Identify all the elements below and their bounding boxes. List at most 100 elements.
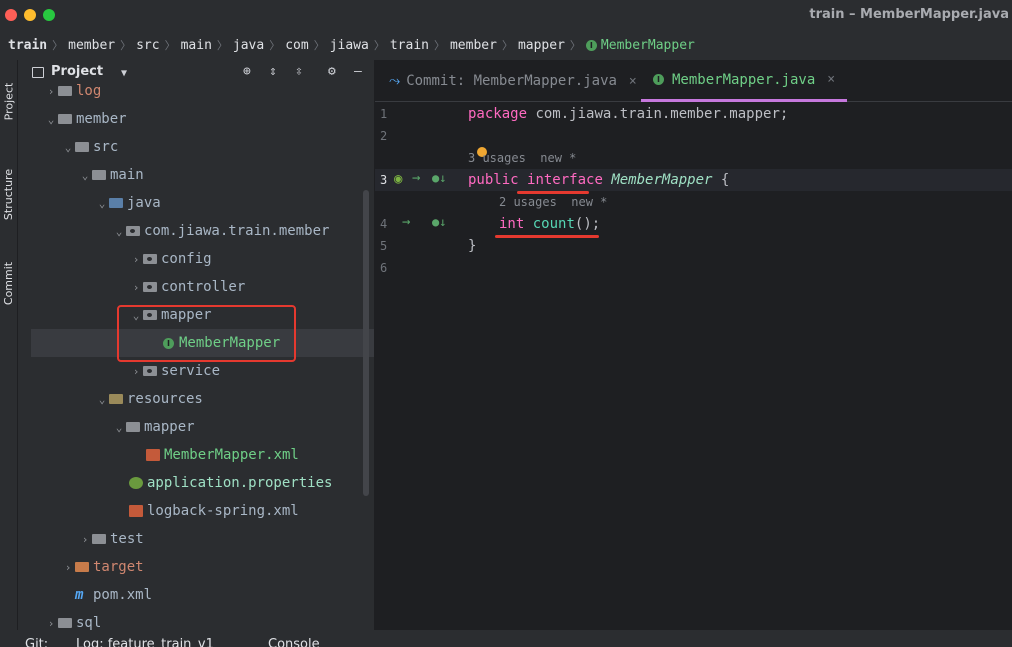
tree-item-java[interactable]: ⌄ java — [18, 189, 374, 217]
commit-tool-tab[interactable]: Commit — [0, 252, 17, 314]
tree-item-resources[interactable]: ⌄ resources — [18, 385, 374, 413]
tab-label: MemberMapper.java — [672, 71, 816, 88]
tab-membermapper-java[interactable]: I MemberMapper.java × — [641, 60, 848, 102]
tab-label: Commit: MemberMapper.java — [406, 73, 617, 89]
chevron-right-icon: 〉 — [269, 39, 281, 52]
structure-tool-tab[interactable]: Structure — [0, 152, 17, 237]
resources-folder-icon — [109, 394, 123, 404]
chevron-down-icon[interactable]: ⌄ — [78, 169, 92, 182]
minimize-window-button[interactable] — [24, 9, 36, 21]
navigate-arrow-icon[interactable]: → — [402, 214, 410, 230]
line-number: 2 — [380, 129, 388, 143]
breadcrumb-item[interactable]: train — [8, 38, 47, 53]
tree-item-target[interactable]: › target — [18, 553, 374, 581]
tree-item-application-properties[interactable]: application.properties — [18, 469, 374, 497]
tree-item-sql[interactable]: › sql — [18, 609, 374, 630]
usages-hint[interactable]: 2 usages new * — [499, 195, 607, 209]
chevron-down-icon[interactable]: ⌄ — [95, 197, 109, 210]
tree-item-logback-xml[interactable]: logback-spring.xml — [18, 497, 374, 525]
tree-item-label: mapper — [144, 419, 195, 435]
git-tool-tab[interactable]: Git: — [25, 637, 48, 647]
breadcrumb-item[interactable]: train — [390, 38, 429, 53]
chevron-right-icon: 〉 — [52, 39, 64, 52]
project-scrollbar[interactable] — [363, 190, 369, 496]
console-tool-tab[interactable]: Console — [268, 637, 320, 647]
code-line-5[interactable]: } — [468, 238, 476, 254]
tree-item-label: test — [110, 531, 144, 547]
tree-item-label: config — [161, 251, 212, 267]
tree-item-member[interactable]: ⌄ member — [18, 105, 374, 133]
chevron-right-icon[interactable]: › — [44, 617, 58, 630]
code-line-4[interactable]: int count(); — [499, 216, 600, 232]
folder-icon — [92, 534, 106, 544]
tree-item-mapper-folder[interactable]: ⌄ mapper — [18, 413, 374, 441]
code-text: (); — [574, 216, 601, 232]
red-underline-annotation — [495, 235, 599, 238]
breadcrumb: train 〉 member 〉 src 〉 main 〉 java 〉 com 〉 jia… — [0, 30, 1012, 60]
line-number: 6 — [380, 261, 388, 275]
folder-icon — [92, 170, 106, 180]
package-icon — [126, 226, 140, 236]
navigate-arrow-icon[interactable]: → — [412, 170, 420, 186]
code-line-3[interactable]: public interface MemberMapper { — [468, 172, 729, 188]
implementation-down-icon[interactable]: ●↓ — [432, 215, 446, 229]
chevron-right-icon[interactable]: › — [129, 253, 143, 266]
source-folder-icon — [109, 198, 123, 208]
implementation-down-icon[interactable]: ●↓ — [432, 171, 446, 185]
log-tool-tab[interactable]: Log: feature_train_v1 — [76, 637, 214, 647]
chevron-right-icon[interactable]: › — [129, 281, 143, 294]
close-icon[interactable]: × — [629, 74, 637, 89]
keyword: int — [499, 216, 525, 232]
breadcrumb-item[interactable]: com — [285, 38, 308, 53]
tree-item-pom[interactable]: m pom.xml — [18, 581, 374, 609]
breadcrumb-item[interactable]: java — [233, 38, 264, 53]
chevron-right-icon[interactable]: › — [129, 365, 143, 378]
chevron-right-icon: 〉 — [216, 39, 228, 52]
commit-icon: ⤳ — [389, 73, 401, 89]
close-window-button[interactable] — [5, 9, 17, 21]
breadcrumb-item[interactable]: MemberMapper — [601, 38, 695, 53]
folder-icon — [126, 422, 140, 432]
tree-item-label: com.jiawa.train.member — [144, 223, 330, 239]
chevron-right-icon: 〉 — [501, 39, 513, 52]
chevron-down-icon[interactable]: ⌄ — [112, 225, 126, 238]
folder-icon — [58, 86, 72, 96]
chevron-right-icon[interactable]: › — [44, 85, 58, 98]
chevron-right-icon[interactable]: › — [61, 561, 75, 574]
keyword: package — [468, 106, 528, 122]
tree-item-config[interactable]: › config — [18, 245, 374, 273]
breadcrumb-item[interactable]: member — [450, 38, 497, 53]
tree-item-src[interactable]: ⌄ src — [18, 133, 374, 161]
tree-item-main[interactable]: ⌄ main — [18, 161, 374, 189]
usages-hint[interactable]: 3 usages new * — [468, 151, 576, 165]
chevron-down-icon[interactable]: ⌄ — [61, 141, 75, 154]
line-number: 4 — [380, 217, 388, 231]
tab-commit-membermapper[interactable]: ⤳ Commit: MemberMapper.java × — [389, 60, 637, 102]
breadcrumb-item[interactable]: src — [136, 38, 159, 53]
code-line-1[interactable]: package com.jiawa.train.member.mapper; — [468, 106, 788, 122]
chevron-down-icon[interactable]: ⌄ — [44, 113, 58, 126]
tree-item-label: sql — [76, 615, 102, 630]
chevron-down-icon[interactable]: ⌄ — [95, 393, 109, 406]
tree-item-label: pom.xml — [93, 587, 153, 603]
mybatis-bird-icon[interactable]: ◉ — [394, 171, 402, 187]
breadcrumb-item[interactable]: member — [68, 38, 115, 53]
chevron-down-icon[interactable]: ⌄ — [112, 421, 126, 434]
breadcrumb-item[interactable]: mapper — [518, 38, 565, 53]
chevron-right-icon[interactable]: › — [78, 533, 92, 546]
properties-file-icon — [129, 477, 143, 489]
tree-item-label: logback-spring.xml — [147, 503, 299, 519]
tree-item-membermapper-xml[interactable]: MemberMapper.xml — [18, 441, 374, 469]
code-text: { — [712, 172, 730, 188]
project-tool-tab[interactable]: Project — [0, 65, 17, 137]
breadcrumb-item[interactable]: jiawa — [330, 38, 369, 53]
close-icon[interactable]: × — [827, 72, 835, 87]
tree-item-package-member[interactable]: ⌄ com.jiawa.train.member — [18, 217, 374, 245]
commit-tool-label: Commit — [2, 261, 15, 305]
maximize-window-button[interactable] — [43, 9, 55, 21]
breadcrumb-item[interactable]: main — [181, 38, 212, 53]
tree-item-controller[interactable]: › controller — [18, 273, 374, 301]
tree-item-log[interactable]: › log — [18, 77, 374, 105]
keyword: public — [468, 172, 519, 188]
tree-item-test[interactable]: › test — [18, 525, 374, 553]
